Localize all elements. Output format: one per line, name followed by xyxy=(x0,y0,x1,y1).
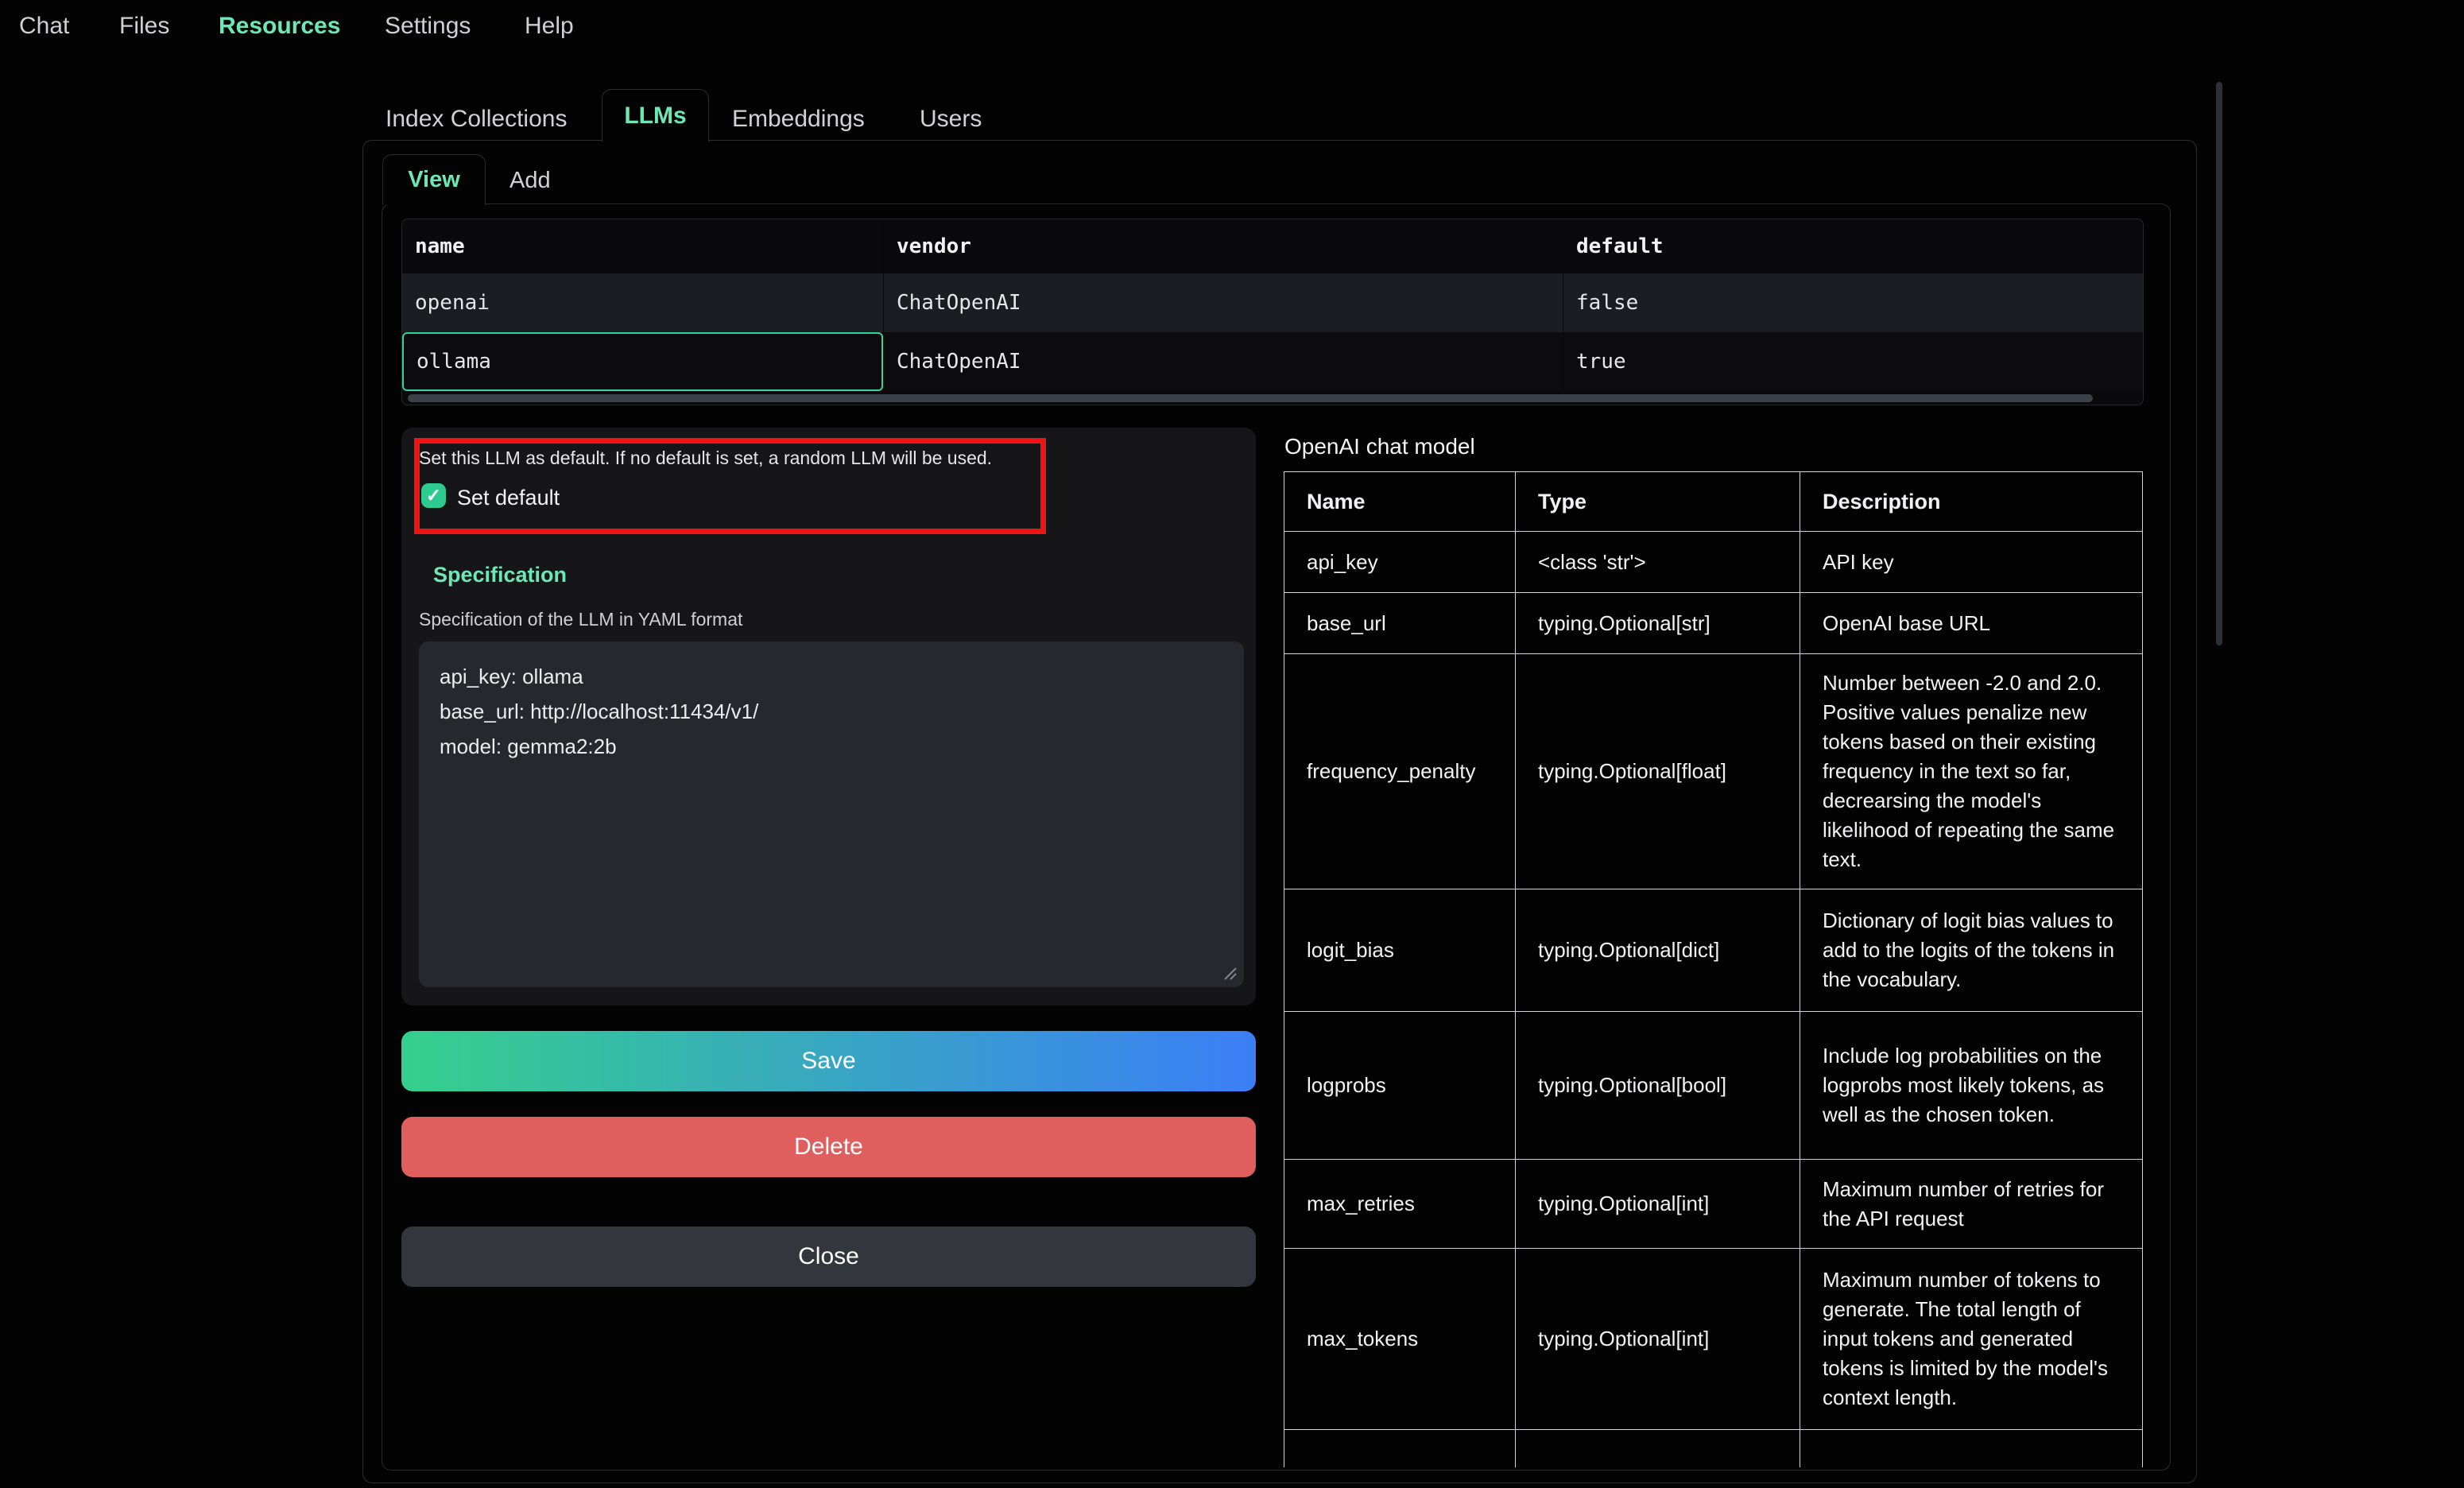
nav-item-resources[interactable]: Resources xyxy=(219,13,340,40)
model-col-description: Description xyxy=(1800,472,2142,531)
subtab-view-label: View xyxy=(408,167,460,193)
delete-button[interactable]: Delete xyxy=(401,1117,1256,1177)
param-type: typing.Optional[int] xyxy=(1515,1249,1800,1429)
yaml-spec-textarea[interactable]: api_key: ollama base_url: http://localho… xyxy=(419,641,1244,987)
specification-heading: Specification xyxy=(433,563,567,587)
model-row-base-url: base_url typing.Optional[str] OpenAI bas… xyxy=(1284,593,2142,654)
param-type: <class 'str'> xyxy=(1515,532,1800,592)
model-col-type: Type xyxy=(1515,472,1800,531)
param-name: max_retries xyxy=(1284,1160,1515,1248)
page-vertical-scrollbar[interactable] xyxy=(2216,82,2222,645)
param-name: api_key xyxy=(1284,532,1515,592)
param-type: typing.Optional[bool] xyxy=(1515,1012,1800,1159)
llm-col-name: name xyxy=(402,219,883,273)
model-panel-title: OpenAI chat model xyxy=(1284,434,1475,459)
checkmark-icon: ✓ xyxy=(426,485,441,506)
param-name: max_tokens xyxy=(1284,1249,1515,1429)
specification-hint: Specification of the LLM in YAML format xyxy=(419,609,742,630)
param-name: logprobs xyxy=(1284,1012,1515,1159)
model-row-frequency-penalty: frequency_penalty typing.Optional[float]… xyxy=(1284,654,2142,889)
llm-cell-name: openai xyxy=(402,273,883,332)
model-row-max-tokens: max_tokens typing.Optional[int] Maximum … xyxy=(1284,1249,2142,1430)
model-parameters-table: Name Type Description api_key <class 'st… xyxy=(1284,471,2143,1467)
param-description: Number between -2.0 and 2.0. Positive va… xyxy=(1800,654,2142,889)
nav-item-settings[interactable]: Settings xyxy=(385,13,471,40)
param-type: typing.Optional[int] xyxy=(1515,1160,1800,1248)
param-type xyxy=(1515,1430,1800,1467)
nav-item-files[interactable]: Files xyxy=(119,13,169,40)
nav-item-chat[interactable]: Chat xyxy=(19,13,69,40)
llm-cell-default: true xyxy=(1563,332,2143,391)
tab-llms-active[interactable]: LLMs xyxy=(602,89,709,141)
llm-cell-default: false xyxy=(1563,273,2143,332)
param-name: base_url xyxy=(1284,593,1515,653)
model-row-logprobs: logprobs typing.Optional[bool] Include l… xyxy=(1284,1012,2142,1160)
llm-row-openai[interactable]: openai ChatOpenAI false xyxy=(402,273,2143,332)
param-type: typing.Optional[dict] xyxy=(1515,889,1800,1011)
llm-cell-vendor: ChatOpenAI xyxy=(883,332,1563,391)
llm-table-horizontal-scrollbar[interactable] xyxy=(408,394,2093,402)
param-type: typing.Optional[str] xyxy=(1515,593,1800,653)
set-default-note: Set this LLM as default. If no default i… xyxy=(419,448,992,469)
model-row-cut-off xyxy=(1284,1430,2142,1467)
param-description: Include log probabilities on the logprob… xyxy=(1800,1012,2142,1159)
param-description: Maximum number of tokens to generate. Th… xyxy=(1800,1249,2142,1429)
param-name xyxy=(1284,1430,1515,1467)
llm-detail-panel: Set this LLM as default. If no default i… xyxy=(401,428,1256,1006)
param-type: typing.Optional[float] xyxy=(1515,654,1800,889)
set-default-label[interactable]: Set default xyxy=(457,486,560,510)
app-root: Chat Files Resources Settings Help Index… xyxy=(0,0,2464,1488)
llm-cell-vendor: ChatOpenAI xyxy=(883,273,1563,332)
nav-item-help[interactable]: Help xyxy=(525,13,574,40)
tab-index-collections[interactable]: Index Collections xyxy=(385,106,567,133)
model-row-api-key: api_key <class 'str'> API key xyxy=(1284,532,2142,593)
llm-list-table: name vendor default openai ChatOpenAI fa… xyxy=(401,219,2144,405)
model-col-name: Name xyxy=(1284,472,1515,531)
tab-llms-label: LLMs xyxy=(624,103,686,130)
tab-embeddings[interactable]: Embeddings xyxy=(732,106,865,133)
subtab-view-active[interactable]: View xyxy=(382,154,486,205)
param-name: logit_bias xyxy=(1284,889,1515,1011)
param-description: API key xyxy=(1800,532,2142,592)
save-button[interactable]: Save xyxy=(401,1031,1256,1091)
close-button[interactable]: Close xyxy=(401,1226,1256,1287)
param-description: Dictionary of logit bias values to add t… xyxy=(1800,889,2142,1011)
textarea-resize-grip-icon[interactable] xyxy=(1220,963,1239,986)
llm-col-default: default xyxy=(1563,219,2143,273)
llm-col-vendor: vendor xyxy=(883,219,1563,273)
subtab-add[interactable]: Add xyxy=(509,168,551,194)
param-description: Maximum number of retries for the API re… xyxy=(1800,1160,2142,1248)
param-description: OpenAI base URL xyxy=(1800,593,2142,653)
model-row-logit-bias: logit_bias typing.Optional[dict] Diction… xyxy=(1284,889,2142,1012)
param-name: frequency_penalty xyxy=(1284,654,1515,889)
set-default-checkbox[interactable]: ✓ xyxy=(421,483,446,508)
llm-cell-name-selected: ollama xyxy=(402,332,883,391)
tab-users[interactable]: Users xyxy=(920,106,982,133)
model-table-header-row: Name Type Description xyxy=(1284,472,2142,532)
llm-table-header-row: name vendor default xyxy=(402,219,2143,273)
llm-row-ollama-selected[interactable]: ollama ChatOpenAI true xyxy=(402,332,2143,391)
param-description xyxy=(1800,1430,2142,1467)
model-row-max-retries: max_retries typing.Optional[int] Maximum… xyxy=(1284,1160,2142,1249)
